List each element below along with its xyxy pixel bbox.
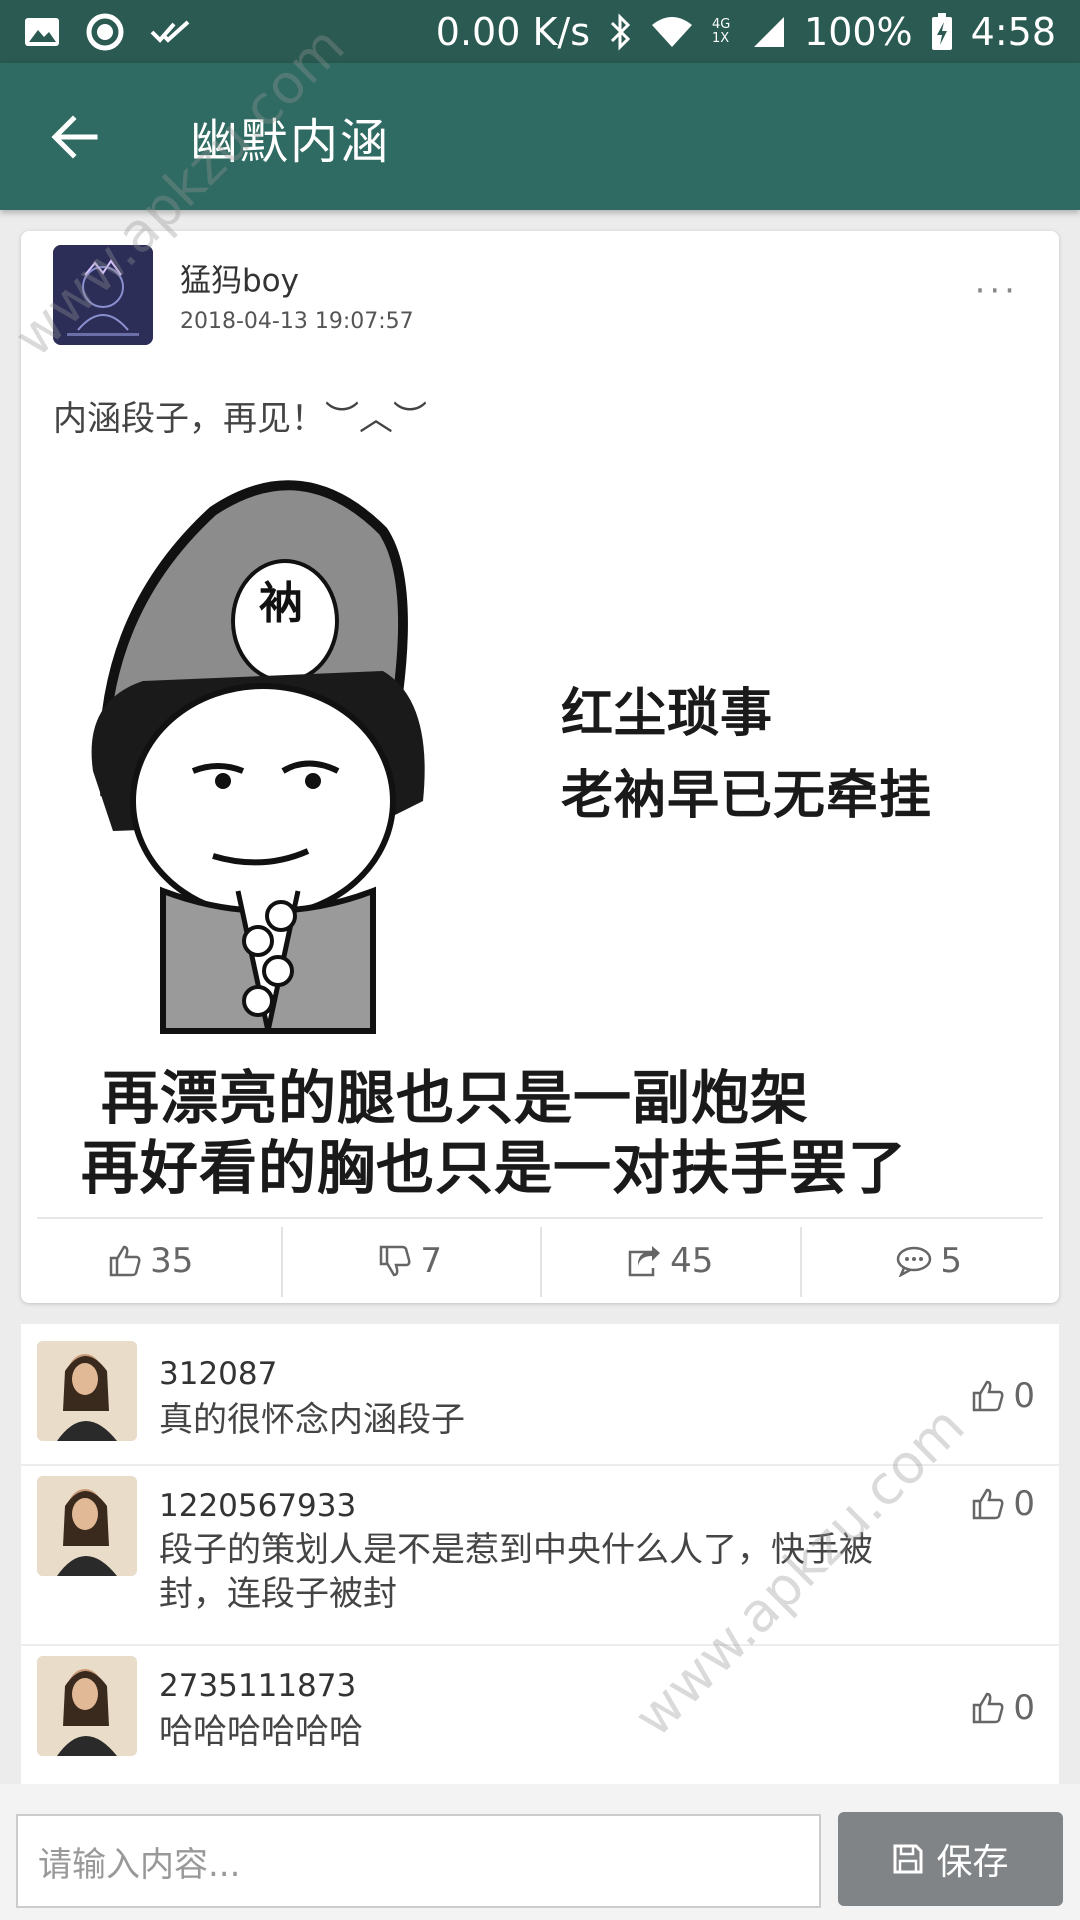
check-icon bbox=[150, 18, 190, 46]
post-timestamp: 2018-04-13 19:07:57 bbox=[180, 309, 414, 334]
comment-item: 1220567933 段子的策划人是不是惹到中央什么人了，快手被封，连段子被封 … bbox=[21, 1472, 1059, 1632]
status-bar: 0.00 K/s 4G 1X 100% 4:58 bbox=[0, 0, 1080, 63]
comment-like-button[interactable]: 0 bbox=[971, 1484, 1035, 1524]
network-type: 4G 1X bbox=[712, 16, 731, 46]
thumbs-up-icon bbox=[973, 1380, 1004, 1412]
hat-character: 衲 bbox=[259, 578, 304, 629]
share-icon bbox=[628, 1246, 661, 1277]
post-actions: 35 7 45 5 bbox=[21, 1219, 1059, 1303]
post-image[interactable]: 衲 红尘琐事 老衲早已无牵挂 再漂亮的腿也只是一副炮架 再好看的胸也只是一对扶手… bbox=[53, 471, 1027, 1202]
avatar[interactable] bbox=[37, 1656, 137, 1756]
arrow-left-icon bbox=[51, 114, 98, 159]
record-icon bbox=[86, 13, 124, 51]
clock: 4:58 bbox=[970, 9, 1056, 54]
dislike-button[interactable]: 7 bbox=[280, 1219, 541, 1303]
thumbs-up-icon bbox=[973, 1692, 1004, 1724]
comment-text: 哈哈哈哈哈哈 bbox=[159, 1712, 363, 1752]
comment-username[interactable]: 2735111873 bbox=[159, 1668, 356, 1704]
dislike-count: 7 bbox=[420, 1241, 443, 1281]
post-text: 内涵段子，再见！︶︿︶ bbox=[53, 399, 427, 439]
comment-button[interactable]: 5 bbox=[799, 1219, 1060, 1303]
wifi-icon bbox=[650, 15, 694, 49]
comment-like-button[interactable]: 0 bbox=[971, 1688, 1035, 1728]
image-icon bbox=[24, 17, 60, 47]
comment-like-count: 0 bbox=[1013, 1688, 1035, 1728]
more-options-button[interactable]: ··· bbox=[975, 271, 1019, 311]
like-count: 35 bbox=[150, 1241, 194, 1281]
comment-text: 段子的策划人是不是惹到中央什么人了，快手被封，连段子被封 bbox=[159, 1530, 873, 1614]
signal-icon bbox=[752, 15, 786, 49]
save-label: 保存 bbox=[936, 1842, 1009, 1883]
share-count: 45 bbox=[670, 1241, 714, 1281]
post-username[interactable]: 猛犸boy bbox=[180, 255, 299, 300]
comment-username[interactable]: 312087 bbox=[159, 1356, 277, 1392]
comment-list: 312087 真的很怀念内涵段子 0 1220567933 段子的策划人是不是惹… bbox=[21, 1324, 1059, 1784]
app-bar: 幽默内涵 bbox=[0, 63, 1080, 210]
comment-item: 2735111873 哈哈哈哈哈哈 0 bbox=[21, 1652, 1059, 1784]
meme-caption-right-1: 红尘琐事 bbox=[561, 684, 774, 744]
page-title: 幽默内涵 bbox=[190, 113, 391, 170]
comment-like-button[interactable]: 0 bbox=[971, 1376, 1035, 1416]
divider bbox=[21, 1644, 1059, 1646]
comment-like-count: 0 bbox=[1013, 1484, 1035, 1524]
avatar[interactable] bbox=[37, 1341, 137, 1441]
thumbs-up-icon bbox=[973, 1488, 1004, 1520]
avatar[interactable] bbox=[53, 245, 153, 345]
comment-like-count: 0 bbox=[1013, 1376, 1035, 1416]
comment-username[interactable]: 1220567933 bbox=[159, 1488, 356, 1524]
thumbs-up-icon bbox=[109, 1245, 141, 1277]
battery-icon bbox=[931, 12, 953, 51]
meme-caption-right-2: 老衲早已无牵挂 bbox=[561, 766, 933, 826]
comment-text: 真的很怀念内涵段子 bbox=[159, 1400, 465, 1440]
battery-level: 100% bbox=[804, 9, 913, 54]
comment-item: 312087 真的很怀念内涵段子 0 bbox=[21, 1324, 1059, 1454]
back-button[interactable] bbox=[0, 63, 150, 210]
network-speed: 0.00 K/s bbox=[435, 9, 591, 54]
avatar[interactable] bbox=[37, 1476, 137, 1576]
thumbs-down-icon bbox=[380, 1245, 411, 1277]
comment-input-bar: 请输入内容... 保存 bbox=[0, 1784, 1080, 1920]
divider bbox=[21, 1464, 1059, 1466]
save-button[interactable]: 保存 bbox=[838, 1812, 1063, 1906]
share-button[interactable]: 45 bbox=[540, 1219, 800, 1303]
meme-caption-bottom-2: 再好看的胸也只是一对扶手罢了 bbox=[81, 1134, 908, 1202]
post-card: 猛犸boy 2018-04-13 19:07:57 ··· 内涵段子，再见！︶︿… bbox=[21, 231, 1059, 1303]
comment-input[interactable]: 请输入内容... bbox=[16, 1814, 821, 1908]
save-icon bbox=[893, 1844, 923, 1874]
like-button[interactable]: 35 bbox=[21, 1219, 281, 1303]
comment-icon bbox=[897, 1246, 932, 1277]
comment-count: 5 bbox=[940, 1241, 963, 1281]
bluetooth-icon bbox=[608, 12, 632, 51]
